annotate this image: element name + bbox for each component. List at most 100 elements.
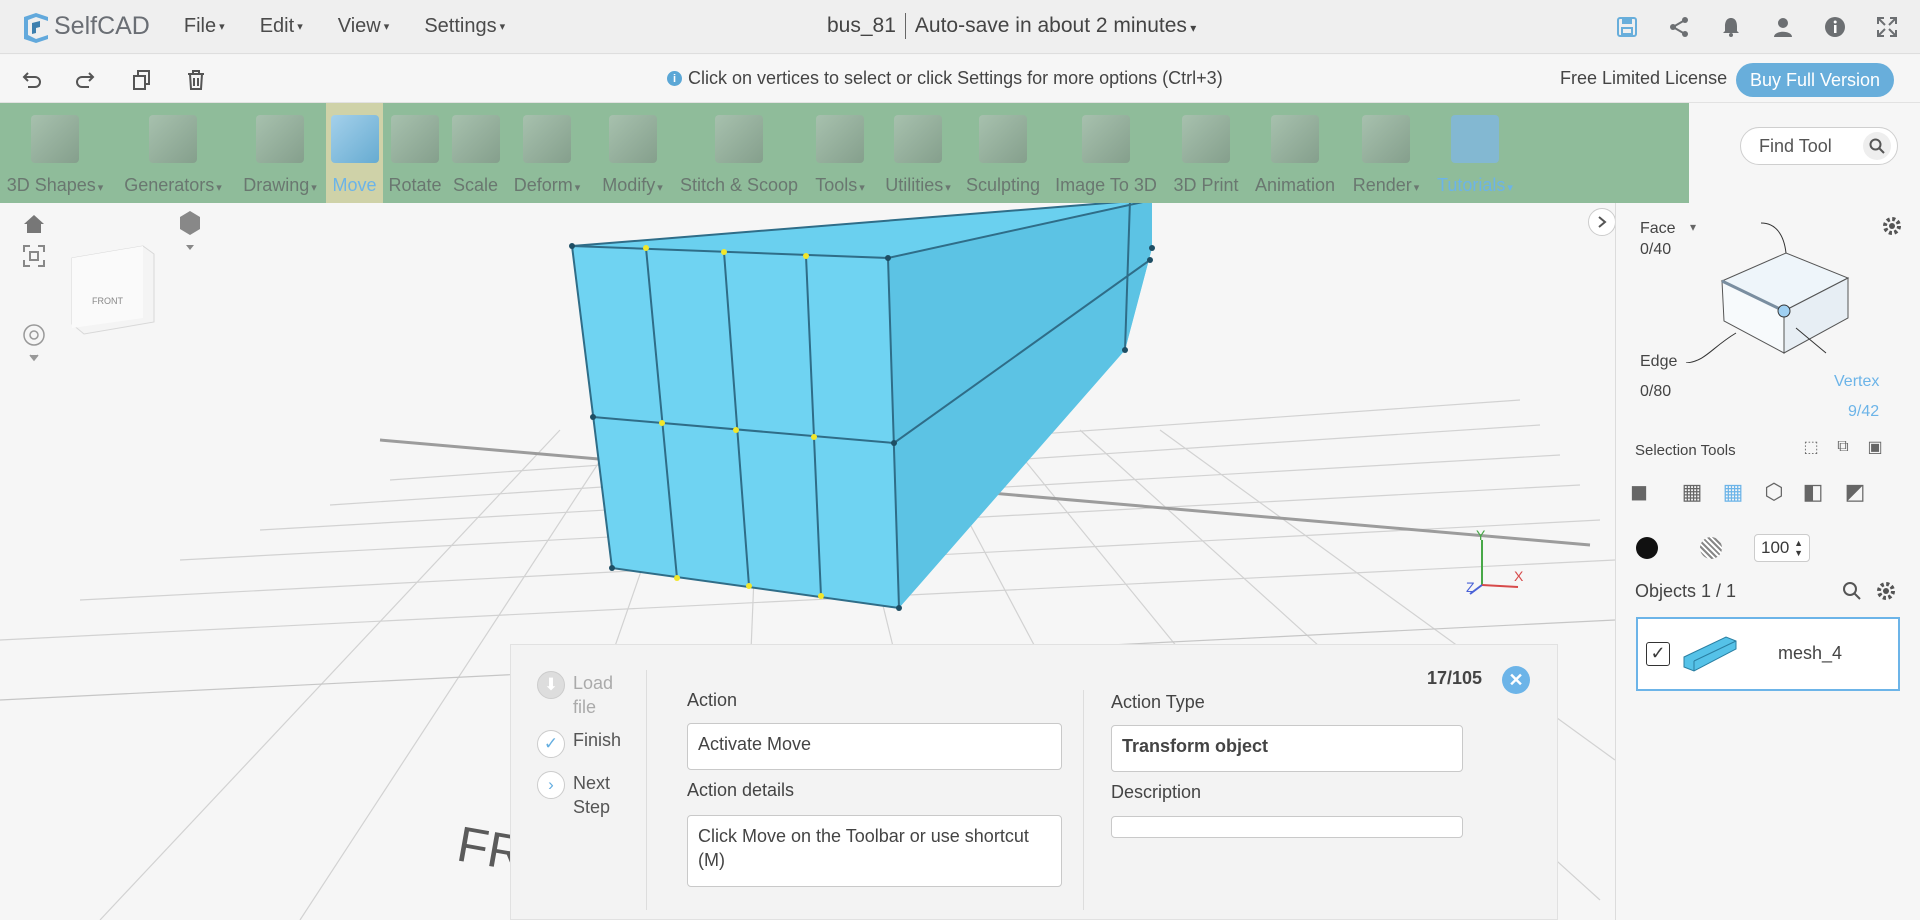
- tool-rotate[interactable]: Rotate: [385, 103, 445, 203]
- selection-tools-label: Selection Tools: [1635, 442, 1736, 459]
- select-grid-icon[interactable]: ▦: [1678, 478, 1706, 506]
- tool-scale[interactable]: Scale: [448, 103, 503, 203]
- action-type-field[interactable]: Transform object: [1111, 725, 1463, 772]
- menu-view[interactable]: View: [338, 15, 390, 38]
- copy-icon[interactable]: [128, 67, 153, 92]
- 3d-print-icon: [1182, 115, 1230, 163]
- save-icon[interactable]: [1614, 14, 1640, 40]
- find-tool-input[interactable]: Find Tool: [1740, 127, 1898, 165]
- view-cube[interactable]: FRONT: [71, 245, 155, 335]
- sculpting-icon: [979, 115, 1027, 163]
- modify-icon: [608, 115, 657, 163]
- tutorial-counter: 17/105: [1427, 668, 1483, 688]
- stepper-arrows-icon[interactable]: ▲ ▼: [1794, 538, 1803, 558]
- orbit-icon[interactable]: [22, 323, 46, 368]
- autosave-status[interactable]: Auto-save in about 2 minutes: [915, 14, 1196, 38]
- object-visible-checkbox[interactable]: ✓: [1646, 642, 1670, 666]
- project-info: bus_81 Auto-save in about 2 minutes: [827, 13, 1196, 39]
- menu-settings[interactable]: Settings: [424, 15, 505, 38]
- trash-icon[interactable]: [183, 67, 208, 92]
- utilities-icon: [894, 115, 942, 163]
- search-icon[interactable]: [1863, 132, 1891, 160]
- tool-tools[interactable]: Tools: [806, 103, 874, 203]
- share-icon[interactable]: [1666, 14, 1692, 40]
- select-plane-icon[interactable]: ◩: [1841, 478, 1869, 506]
- tool-sculpting[interactable]: Sculpting: [963, 103, 1043, 203]
- drawing-icon: [256, 115, 304, 163]
- tool-image-to-3d[interactable]: Image To 3D: [1052, 103, 1160, 203]
- fullscreen-icon[interactable]: [1874, 14, 1900, 40]
- action-details-field[interactable]: Click Move on the Toolbar or use shortcu…: [687, 815, 1062, 887]
- selfcad-logo[interactable]: SelfCAD: [20, 11, 150, 43]
- finish-step[interactable]: ✓ Finish: [537, 730, 621, 758]
- redo-icon[interactable]: [73, 67, 98, 92]
- tool-render[interactable]: Render: [1348, 103, 1424, 203]
- close-icon[interactable]: ✕: [1502, 666, 1530, 694]
- top-bar: SelfCAD File Edit View Settings bus_81 A…: [0, 0, 1920, 54]
- objects-settings-icon[interactable]: [1875, 580, 1897, 607]
- main-menu: File Edit View Settings: [184, 15, 505, 38]
- select-mesh-icon[interactable]: ▦: [1719, 478, 1747, 506]
- buy-full-version-button[interactable]: Buy Full Version: [1736, 63, 1894, 97]
- tool-label: 3D Print: [1173, 175, 1239, 195]
- tool-utilities[interactable]: Utilities: [876, 103, 960, 203]
- select-box-icon[interactable]: ⬚: [1797, 433, 1825, 461]
- next-step[interactable]: › Next Step: [537, 771, 623, 819]
- axis-z-label: Z: [1466, 579, 1475, 595]
- info-icon[interactable]: [1822, 14, 1848, 40]
- tool-label: Image To 3D: [1055, 175, 1157, 195]
- action-field[interactable]: Activate Move: [687, 723, 1062, 770]
- tool-generators[interactable]: Generators: [112, 103, 234, 203]
- description-field[interactable]: [1111, 816, 1463, 838]
- tool-label: Tools: [815, 175, 865, 196]
- collapse-panel-button[interactable]: [1588, 208, 1615, 236]
- render-icon: [1362, 115, 1410, 163]
- select-cube-icon[interactable]: ◼: [1625, 478, 1653, 506]
- tool-modify[interactable]: Modify: [590, 103, 675, 203]
- tool-move[interactable]: Move: [326, 103, 383, 203]
- settings-gear-icon[interactable]: [1881, 215, 1903, 242]
- hint-message: i Click on vertices to select or click S…: [667, 68, 1223, 89]
- select-shape-icon[interactable]: ⧉: [1829, 433, 1857, 461]
- tool-tutorials[interactable]: Tutorials: [1432, 103, 1518, 203]
- tool-animation[interactable]: Animation: [1250, 103, 1340, 203]
- stitch-scoop-icon: [715, 115, 763, 163]
- object-list-item[interactable]: ✓ mesh_4: [1636, 617, 1900, 691]
- project-name[interactable]: bus_81: [827, 14, 896, 38]
- fit-view-icon[interactable]: [22, 244, 46, 273]
- tool-3d-shapes[interactable]: 3D Shapes: [0, 103, 110, 203]
- projection-icon[interactable]: [176, 209, 204, 260]
- tutorials-icon: [1451, 115, 1499, 163]
- selection-mode-cube[interactable]: [1666, 213, 1866, 363]
- select-half-icon[interactable]: ◧: [1799, 478, 1827, 506]
- mesh-object[interactable]: [569, 203, 1155, 611]
- tool-deform[interactable]: Deform: [505, 103, 589, 203]
- vertex-count: 9/42: [1848, 403, 1880, 420]
- brush-size-stepper[interactable]: 100 ▲ ▼: [1754, 534, 1810, 562]
- menu-edit[interactable]: Edit: [260, 15, 303, 38]
- tool-label: Drawing: [243, 175, 317, 196]
- tool-stitch-scoop[interactable]: Stitch & Scoop: [677, 103, 801, 203]
- tool-3d-print[interactable]: 3D Print: [1170, 103, 1242, 203]
- load-file-step[interactable]: ⬇ Load file: [537, 671, 623, 719]
- main-toolbar: 3D Shapes Generators Drawing Move Rotate…: [0, 103, 1689, 203]
- tool-label: Deform: [514, 175, 581, 196]
- select-solid-icon[interactable]: ▣: [1861, 433, 1889, 461]
- brush-solid-icon[interactable]: [1636, 537, 1658, 559]
- menu-file[interactable]: File: [184, 15, 225, 38]
- user-icon[interactable]: [1770, 14, 1796, 40]
- edge-label[interactable]: Edge: [1640, 353, 1677, 371]
- chevron-right-icon: ›: [537, 771, 565, 799]
- bell-icon[interactable]: [1718, 14, 1744, 40]
- undo-icon[interactable]: [18, 67, 43, 92]
- select-wire-icon[interactable]: ⬡: [1760, 478, 1788, 506]
- scale-icon: [451, 115, 500, 163]
- tool-drawing[interactable]: Drawing: [234, 103, 326, 203]
- tool-label: Utilities: [885, 175, 951, 196]
- brush-soft-icon[interactable]: [1700, 537, 1722, 559]
- vertex-label[interactable]: Vertex: [1834, 373, 1879, 391]
- tutorial-panel: ⬇ Load file ✓ Finish › Next Step Action …: [510, 644, 1558, 920]
- image-to-3d-icon: [1082, 115, 1130, 163]
- home-icon[interactable]: [22, 213, 46, 240]
- objects-search-icon[interactable]: [1842, 581, 1862, 606]
